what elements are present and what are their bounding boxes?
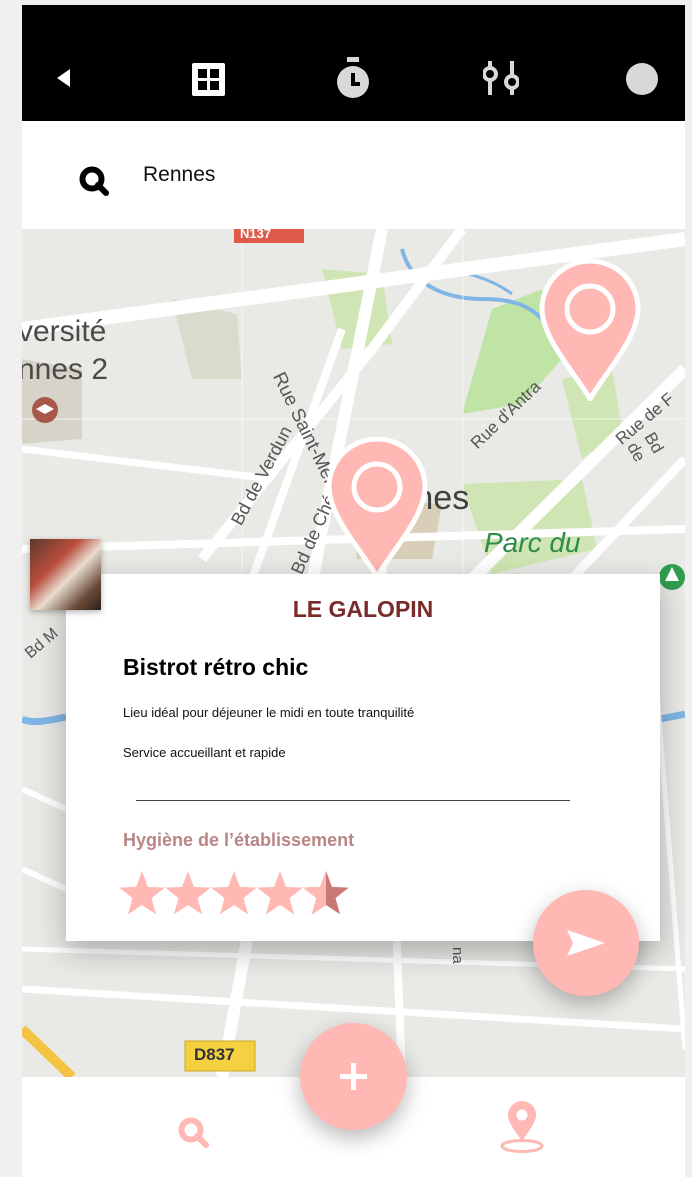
hygiene-label: Hygiène de l’établissement xyxy=(123,830,355,850)
map-label-parc-du: Parc du xyxy=(484,527,581,558)
map-label-d837: D837 xyxy=(194,1045,235,1064)
plus-icon xyxy=(340,1063,367,1090)
restaurant-description-1: Lieu idéal pour déjeuner le midi en tout… xyxy=(123,705,415,720)
rating-star xyxy=(257,871,303,915)
search-icon xyxy=(79,166,109,196)
add-button[interactable] xyxy=(300,1023,407,1130)
location-pin-icon[interactable] xyxy=(499,1101,545,1155)
rating-star xyxy=(165,871,211,915)
map-label-universite-1: versité xyxy=(22,315,107,348)
rating-star xyxy=(211,871,257,915)
rating-star xyxy=(119,871,165,915)
map-label-n137: N137 xyxy=(240,229,272,241)
restaurant-thumbnail[interactable] xyxy=(30,539,101,610)
map-label-universite-2: nnes 2 xyxy=(22,353,109,386)
restaurant-name: LE GALOPIN xyxy=(292,596,434,622)
restaurant-card[interactable]: LE GALOPIN Bistrot rétro chic Lieu idéal… xyxy=(66,574,660,941)
app-frame: Rennes N137 versité nnes 2 Rue Saint-Mel… xyxy=(22,5,685,1177)
map-label-na: na xyxy=(449,947,466,964)
send-button[interactable] xyxy=(533,890,639,996)
send-icon xyxy=(567,930,605,956)
search-query[interactable]: Rennes xyxy=(143,163,215,187)
divider xyxy=(136,800,570,801)
location-pin-icon[interactable] xyxy=(538,259,642,401)
search-bar[interactable]: Rennes xyxy=(22,121,685,229)
location-pin-icon[interactable] xyxy=(325,437,429,579)
grid-icon[interactable] xyxy=(192,63,225,96)
top-toolbar xyxy=(22,5,685,121)
search-icon[interactable] xyxy=(178,1117,210,1149)
timer-icon[interactable] xyxy=(336,57,370,99)
restaurant-type: Bistrot rétro chic xyxy=(123,654,309,680)
hygiene-rating xyxy=(119,871,349,915)
sliders-icon[interactable] xyxy=(483,61,519,95)
profile-circle-icon[interactable] xyxy=(625,62,659,96)
restaurant-description-2: Service accueillant et rapide xyxy=(123,745,286,760)
back-arrow-icon[interactable] xyxy=(57,69,71,87)
